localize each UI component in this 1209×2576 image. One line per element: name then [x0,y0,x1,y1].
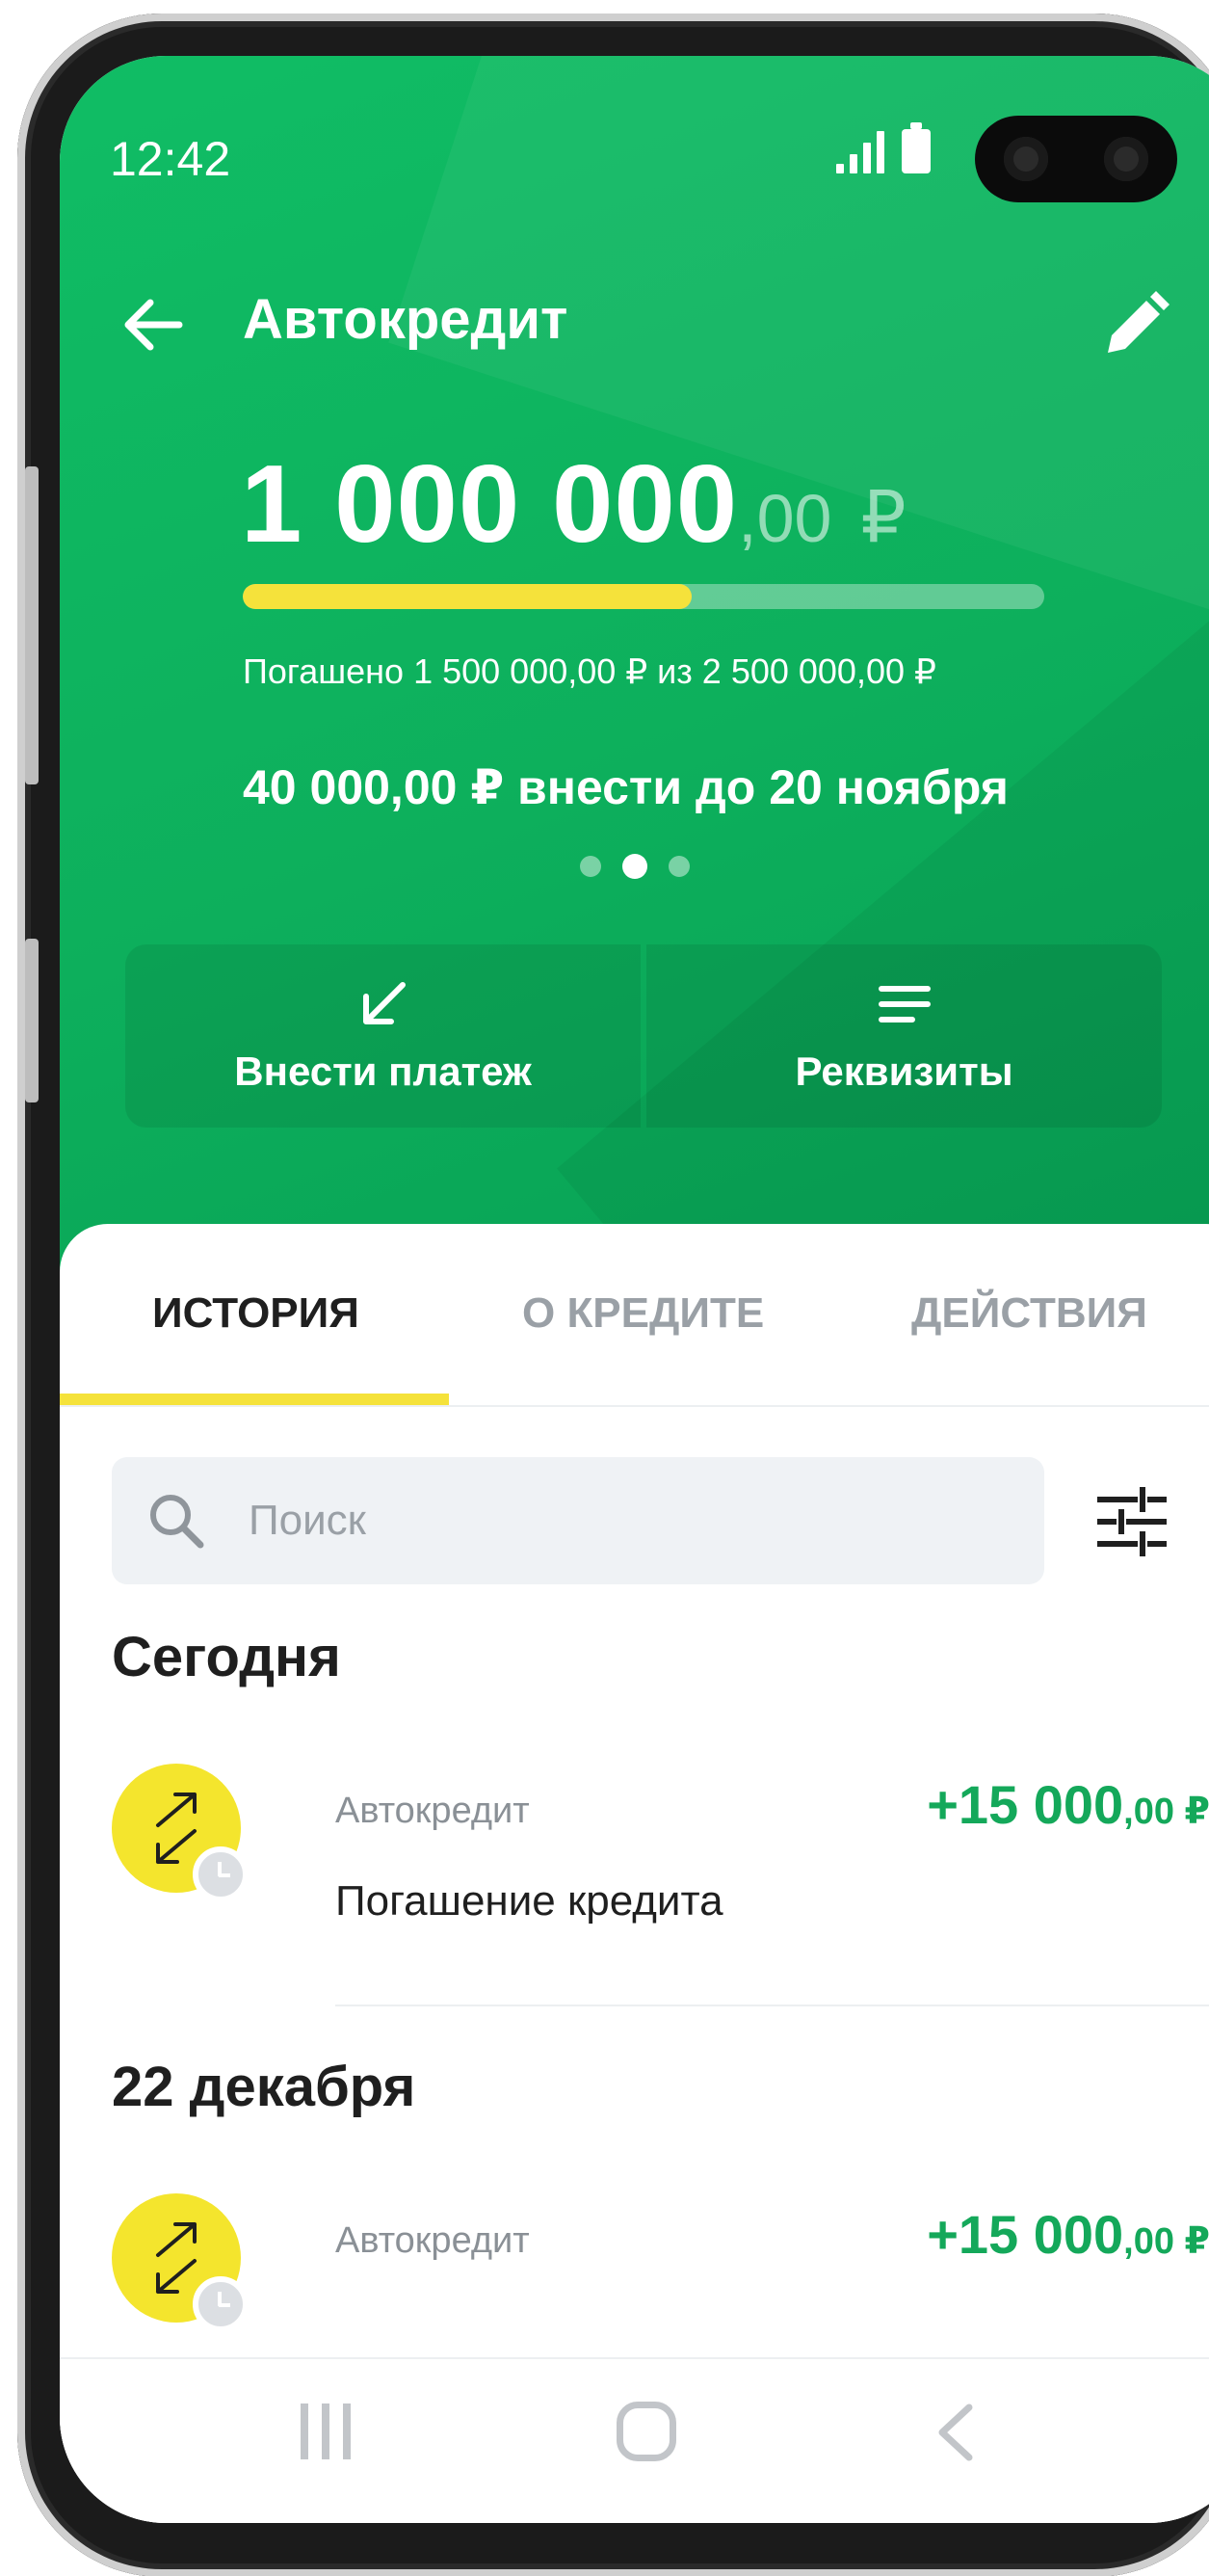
camera-cutout [975,116,1177,202]
system-nav-bar [60,2357,1209,2523]
details-lines-icon [878,986,931,1022]
search-input[interactable] [249,1497,1019,1545]
amount-currency: ₽ [860,477,907,557]
side-button-volume [25,466,39,784]
transaction-account: Автокредит [335,1791,530,1831]
transaction-amount-cents: ,00 ₽ [1123,2221,1209,2262]
transaction-amount-main: +15 000 [927,1774,1124,1835]
amount-cents: ,00 [738,481,832,556]
amount-main: 1 000 000 [241,443,739,566]
repayment-progress-fill [243,584,692,609]
active-tab-indicator [60,1394,449,1405]
transfer-arrows-icon [156,1793,197,1864]
phone-frame: 12:42 Автокредит 1 000 000,00 ₽ Погашено… [17,13,1209,2576]
status-time: 12:42 [110,132,231,186]
next-payment-due: 40 000,00 ₽ внести до 20 ноября [243,760,1009,814]
system-back-icon[interactable] [927,2402,985,2463]
tab-bar: ИСТОРИЯ О КРЕДИТЕ ДЕЙСТВИЯ [60,1224,1209,1407]
pager-dot[interactable] [622,854,647,879]
pager-dot[interactable] [669,856,690,877]
screen: 12:42 Автокредит 1 000 000,00 ₽ Погашено… [60,56,1209,2523]
tab-about-loan[interactable]: О КРЕДИТЕ [522,1289,764,1338]
transfer-arrows-icon [156,2222,197,2294]
transaction-row[interactable]: Автокредит Погашение кредита +15 000,00 ₽ [112,1764,1209,1956]
clock-icon [193,1846,249,1902]
transaction-account: Автокредит [335,2220,530,2261]
edit-pencil-icon[interactable] [1100,291,1170,360]
row-divider [335,2005,1209,2006]
make-payment-button[interactable]: Внести платеж [125,944,641,1128]
tab-history[interactable]: ИСТОРИЯ [152,1289,359,1338]
section-date-header: 22 декабря [112,2056,416,2118]
make-payment-label: Внести платеж [234,1049,532,1094]
home-button[interactable] [617,2402,676,2461]
signal-icon [836,131,884,173]
pager-dot[interactable] [580,856,601,877]
transaction-amount: +15 000,00 ₽ [927,2203,1209,2266]
transaction-amount-cents: ,00 ₽ [1123,1792,1209,1832]
side-button-bixby [25,939,39,1102]
requisites-button[interactable]: Реквизиты [646,944,1162,1128]
battery-icon [902,122,931,173]
loan-header: 12:42 Автокредит 1 000 000,00 ₽ Погашено… [60,56,1209,1309]
repayment-progress-bar [243,584,1044,609]
action-buttons: Внести платеж Реквизиты [125,944,1162,1128]
transaction-description: Погашение кредита [335,1877,723,1925]
clock-icon [193,2276,249,2332]
recents-button[interactable] [301,2403,358,2459]
back-arrow-icon[interactable] [119,291,187,359]
filter-icon[interactable] [1096,1486,1168,1557]
transaction-amount: +15 000,00 ₽ [927,1773,1209,1836]
tab-actions[interactable]: ДЕЙСТВИЯ [911,1289,1147,1338]
section-date-header: Сегодня [112,1626,341,1688]
status-icons [836,122,931,173]
pager-dots[interactable] [580,854,690,879]
search-box[interactable] [112,1457,1044,1584]
requisites-label: Реквизиты [795,1049,1013,1094]
transaction-amount-main: +15 000 [927,2204,1124,2265]
content-sheet: ИСТОРИЯ О КРЕДИТЕ ДЕЙСТВИЯ Сегод [60,1224,1209,2523]
search-icon [150,1495,204,1549]
loan-remaining-amount: 1 000 000,00 ₽ [241,441,907,568]
paid-summary: Погашено 1 500 000,00 ₽ из 2 500 000,00 … [243,651,936,691]
payment-arrow-icon [362,982,406,1024]
page-title: Автокредит [243,288,568,351]
